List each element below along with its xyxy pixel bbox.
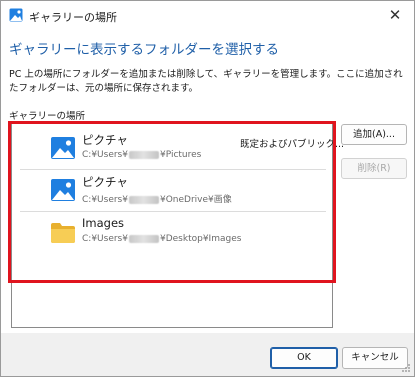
ok-button[interactable]: OK: [270, 347, 338, 369]
location-item-pictures[interactable]: ピクチャ C:¥Users¥ ¥Pictures 既定およびパブリック...: [14, 128, 344, 170]
redacted-username: [128, 234, 159, 243]
dialog-footer: OK キャンセル: [1, 333, 414, 376]
window-title: ギャラリーの場所: [29, 11, 117, 24]
resize-grip-icon[interactable]: [401, 363, 411, 373]
dialog-heading: ギャラリーに表示するフォルダーを選択する: [9, 42, 279, 58]
close-icon[interactable]: ✕: [386, 6, 404, 24]
dialog-description: PC 上の場所にフォルダーを追加または削除して、ギャラリーを管理します。ここに追…: [9, 69, 403, 94]
pictures-icon: [51, 179, 75, 201]
location-path: C:¥Users¥ ¥Pictures: [82, 150, 202, 160]
title-bar: ギャラリーの場所 ✕: [1, 1, 414, 31]
location-item-images[interactable]: Images C:¥Users¥ ¥Desktop¥Images: [14, 212, 330, 254]
remove-location-button[interactable]: 削除(R): [341, 158, 407, 179]
location-name: ピクチャ: [82, 175, 128, 189]
location-path: C:¥Users¥ ¥OneDrive¥画像: [82, 195, 232, 205]
folder-icon: [51, 223, 75, 243]
redacted-username: [128, 195, 159, 204]
location-path: C:¥Users¥ ¥Desktop¥Images: [82, 234, 242, 244]
cancel-button[interactable]: キャンセル: [342, 347, 408, 369]
location-default-badge: 既定およびパブリック...: [240, 139, 345, 150]
dialog-content: ギャラリーに表示するフォルダーを選択する PC 上の場所にフォルダーを追加または…: [1, 31, 414, 333]
pictures-icon: [51, 137, 75, 159]
redacted-username: [128, 150, 159, 159]
locations-section-label: ギャラリーの場所: [9, 111, 86, 122]
gallery-app-icon: [9, 8, 23, 22]
location-name: Images: [82, 216, 125, 230]
locations-list[interactable]: ピクチャ C:¥Users¥ ¥Pictures 既定およびパブリック... ピク…: [11, 123, 344, 328]
location-item-onedrive-pictures[interactable]: ピクチャ C:¥Users¥ ¥OneDrive¥画像: [14, 170, 330, 212]
gallery-locations-dialog: ギャラリーの場所 ✕ ギャラリーに表示するフォルダーを選択する PC 上の場所に…: [0, 0, 415, 377]
location-name: ピクチャ: [82, 133, 128, 147]
add-location-button[interactable]: 追加(A)...: [341, 124, 407, 145]
